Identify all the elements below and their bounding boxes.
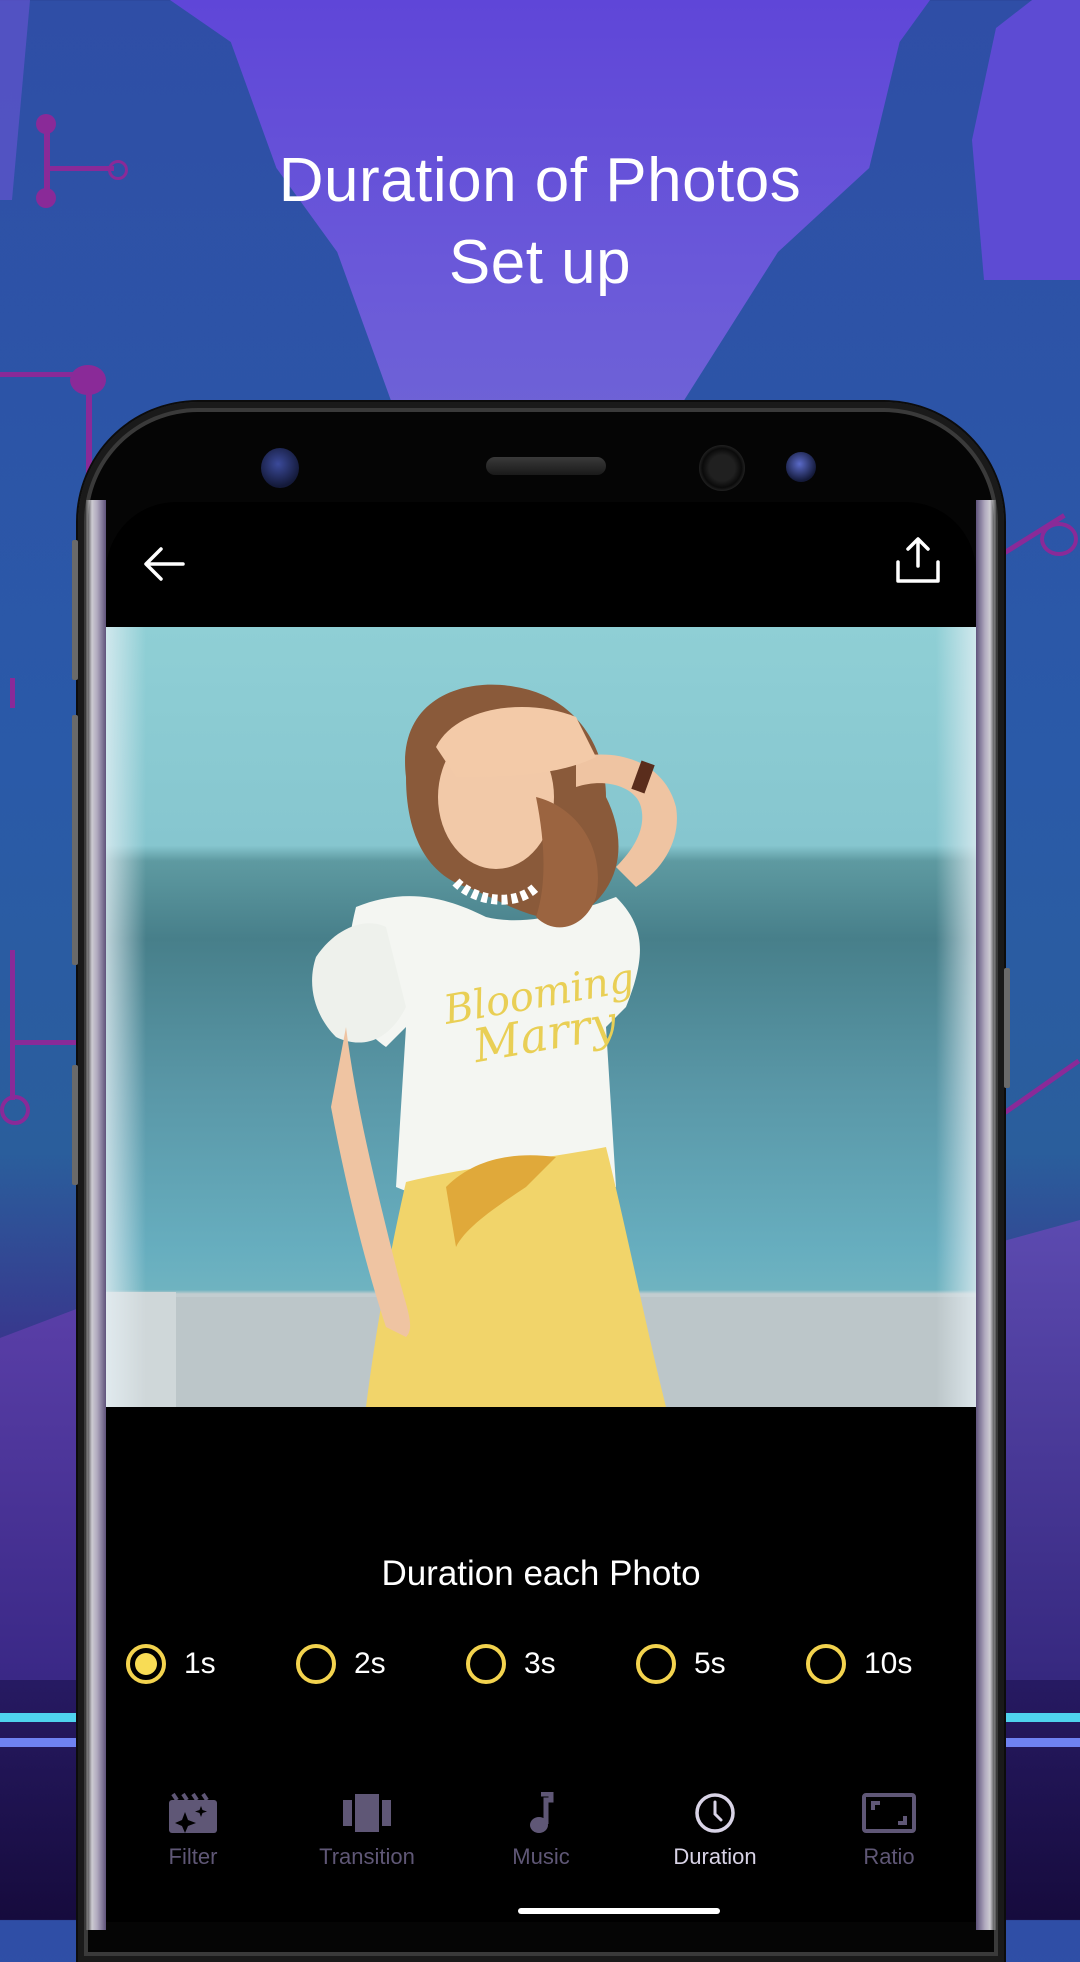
- duration-option-5s[interactable]: 5s: [636, 1634, 806, 1694]
- promo-headline-line1: Duration of Photos: [278, 146, 802, 215]
- screen-curve-highlight: [936, 627, 976, 1407]
- duration-option-label: 10s: [864, 1647, 913, 1680]
- decor-stripe: [1005, 1713, 1080, 1722]
- circuit-line: [10, 950, 15, 1100]
- phone-front-camera: [699, 445, 745, 491]
- radio-selected-dot: [135, 1653, 157, 1675]
- decor-stripe: [0, 1713, 78, 1722]
- radio-button[interactable]: [806, 1644, 846, 1684]
- tab-ratio[interactable]: Ratio: [802, 1792, 976, 1892]
- duration-option-1s[interactable]: 1s: [126, 1634, 296, 1694]
- decor-stripe: [1005, 1738, 1080, 1747]
- home-indicator[interactable]: [518, 1908, 720, 1914]
- clock-icon: [695, 1793, 735, 1833]
- transition-frames-icon: [343, 1794, 391, 1832]
- circuit-node: [1040, 522, 1078, 556]
- circuit-line: [10, 1040, 80, 1045]
- duration-option-3s[interactable]: 3s: [466, 1634, 636, 1694]
- phone-power-button: [1004, 968, 1010, 1088]
- phone-volume-button: [72, 715, 78, 965]
- app-topbar: [106, 502, 976, 627]
- screen-curve-highlight: [106, 627, 146, 1407]
- duration-option-label: 5s: [694, 1647, 726, 1680]
- tab-label: Duration: [673, 1844, 757, 1869]
- promo-headline-line2: Set up: [448, 228, 632, 297]
- circuit-node: [36, 114, 56, 134]
- tab-music[interactable]: Music: [454, 1792, 628, 1892]
- aspect-ratio-icon: [862, 1793, 916, 1833]
- circuit-node: [0, 1095, 30, 1125]
- phone-speaker: [486, 457, 606, 475]
- phone-curved-edge-right: [976, 500, 996, 1930]
- circuit-node: [70, 365, 106, 395]
- phone-side-button: [72, 540, 78, 680]
- duration-option-label: 2s: [354, 1647, 386, 1680]
- tab-label: Transition: [319, 1844, 415, 1869]
- duration-option-10s[interactable]: 10s: [806, 1634, 976, 1694]
- duration-options: 1s 2s 3s 5s 10s: [126, 1634, 976, 1694]
- phone-curved-edge-left: [86, 500, 106, 1930]
- arrow-left-icon: [144, 547, 185, 581]
- share-upload-icon: [896, 537, 940, 583]
- radio-button[interactable]: [466, 1644, 506, 1684]
- duration-option-label: 3s: [524, 1647, 556, 1680]
- tab-label: Music: [512, 1844, 570, 1869]
- photo-preview[interactable]: Blooming Marry: [106, 627, 976, 1407]
- tab-duration[interactable]: Duration: [628, 1792, 802, 1892]
- decor-stripe: [0, 1738, 78, 1747]
- tab-label: Ratio: [863, 1844, 915, 1869]
- bottom-tab-bar: Filter Transition Music Duration Ratio: [106, 1792, 976, 1892]
- duration-option-label: 1s: [184, 1647, 216, 1680]
- phone-iris-sensor: [786, 452, 816, 482]
- phone-sensor: [261, 448, 299, 488]
- tab-transition[interactable]: Transition: [280, 1792, 454, 1892]
- tab-filter[interactable]: Filter: [106, 1792, 280, 1892]
- duration-section-title: Duration each Photo: [381, 1554, 701, 1593]
- duration-option-2s[interactable]: 2s: [296, 1634, 466, 1694]
- app-screen: Blooming Marry Duration each Photo 1s 2s…: [106, 502, 976, 1922]
- circuit-line: [10, 678, 15, 708]
- clapperboard-sparkle-icon: [169, 1792, 217, 1833]
- tab-label: Filter: [168, 1844, 218, 1869]
- back-button[interactable]: [134, 534, 194, 594]
- radio-button[interactable]: [126, 1644, 166, 1684]
- share-button[interactable]: [888, 530, 948, 590]
- radio-button[interactable]: [296, 1644, 336, 1684]
- radio-button[interactable]: [636, 1644, 676, 1684]
- promo-headline: Duration of Photos Set up: [0, 140, 1080, 304]
- phone-bixby-button: [72, 1065, 78, 1185]
- music-note-icon: [530, 1792, 554, 1833]
- photo-subject: Blooming Marry: [106, 684, 976, 1407]
- circuit-line: [1003, 1058, 1080, 1115]
